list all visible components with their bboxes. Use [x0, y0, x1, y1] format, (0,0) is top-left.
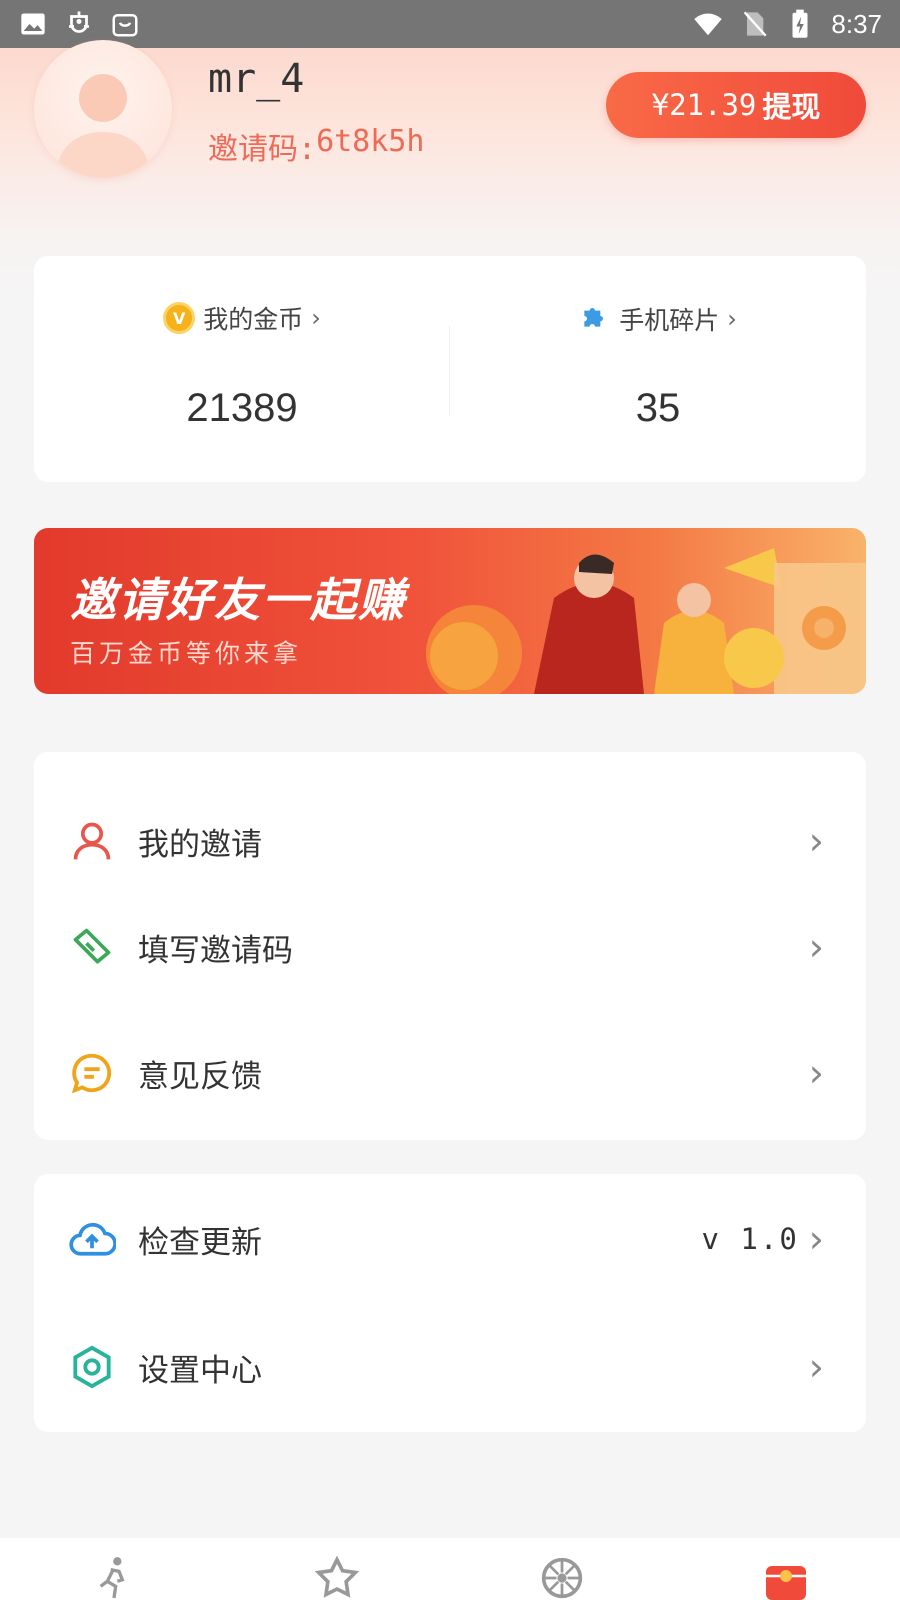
- menu-item-my-invites[interactable]: 我的邀请 ›: [34, 796, 866, 886]
- stats-card: V 我的金币 › 21389 手机碎片 › 35: [34, 256, 866, 482]
- coins-value: 21389: [186, 386, 298, 430]
- gift-box-icon: [762, 1556, 810, 1600]
- invite-code-value: 6t8k5h: [316, 124, 425, 159]
- status-time: 8:37: [831, 8, 882, 39]
- nav-tab-lottery[interactable]: [538, 1556, 586, 1600]
- withdraw-amount: ¥21.39: [651, 88, 757, 122]
- menu-item-label: 我的邀请: [138, 826, 262, 863]
- shopping-bag-icon: [110, 9, 140, 39]
- coins-stat[interactable]: V 我的金币 › 21389: [34, 256, 450, 482]
- user-icon: [68, 817, 116, 865]
- chevron-right-icon: ›: [808, 1345, 824, 1389]
- ticket-icon: [68, 923, 116, 971]
- invite-code-label: 邀请码:: [208, 132, 317, 167]
- menu-item-settings[interactable]: 设置中心 ›: [34, 1322, 866, 1412]
- avatar[interactable]: [34, 40, 172, 178]
- invite-code-row[interactable]: 邀请码: 6t8k5h: [208, 124, 424, 168]
- menu-item-label: 意见反馈: [138, 1058, 262, 1095]
- withdraw-button[interactable]: ¥21.39 提现: [606, 72, 866, 138]
- app-version: v 1.0: [701, 1222, 799, 1256]
- image-icon: [18, 9, 48, 39]
- wheel-icon: [540, 1556, 584, 1600]
- menu-item-label: 设置中心: [138, 1352, 262, 1389]
- menu-item-label: 填写邀请码: [138, 932, 293, 969]
- fragments-stat[interactable]: 手机碎片 › 35: [450, 256, 866, 482]
- withdraw-label: 提现: [762, 90, 821, 124]
- no-sim-icon: [739, 9, 769, 39]
- fragments-value: 35: [635, 386, 681, 430]
- chevron-right-icon: ›: [727, 305, 737, 333]
- nav-tab-run[interactable]: [90, 1556, 138, 1600]
- bottom-navigation: [0, 1538, 900, 1600]
- star-badge-icon: [314, 1555, 360, 1600]
- banner-title: 邀请好友一起赚: [70, 573, 406, 627]
- avatar-placeholder-icon: [56, 74, 150, 178]
- bug-app-icon: [64, 9, 94, 39]
- menu-item-enter-invite-code[interactable]: 填写邀请码 ›: [34, 902, 866, 992]
- menu-item-label: 检查更新: [138, 1224, 262, 1261]
- menu-item-feedback[interactable]: 意见反馈 ›: [34, 1028, 866, 1118]
- chevron-right-icon: ›: [311, 304, 321, 332]
- settings-icon: [68, 1343, 116, 1391]
- nav-tab-tasks[interactable]: [313, 1555, 361, 1600]
- chevron-right-icon: ›: [808, 1051, 824, 1095]
- menu-item-check-update[interactable]: 检查更新 v 1.0 ›: [34, 1194, 866, 1284]
- invite-banner[interactable]: 邀请好友一起赚 百万金币等你来拿: [34, 528, 866, 694]
- status-bar: 8:37: [0, 0, 900, 48]
- chat-icon: [68, 1049, 116, 1097]
- wifi-icon: [693, 9, 723, 39]
- chevron-right-icon: ›: [808, 925, 824, 969]
- menu-card-secondary: 检查更新 v 1.0 › 设置中心 ›: [34, 1174, 866, 1432]
- fragments-label: 手机碎片: [619, 306, 720, 335]
- username: mr_4: [208, 56, 305, 102]
- coin-icon: V: [163, 302, 196, 334]
- run-icon: [94, 1556, 134, 1600]
- nav-tab-mine[interactable]: [762, 1556, 810, 1600]
- cloud-upload-icon: [68, 1215, 116, 1263]
- battery-charging-icon: [785, 9, 815, 39]
- puzzle-icon: [579, 300, 611, 338]
- chevron-right-icon: ›: [808, 819, 824, 863]
- chevron-right-icon: ›: [808, 1217, 824, 1261]
- coins-label: 我的金币: [203, 305, 304, 334]
- banner-subtitle: 百万金币等你来拿: [70, 639, 303, 668]
- menu-card-primary: 我的邀请 › 填写邀请码 › 意见反馈 ›: [34, 752, 866, 1140]
